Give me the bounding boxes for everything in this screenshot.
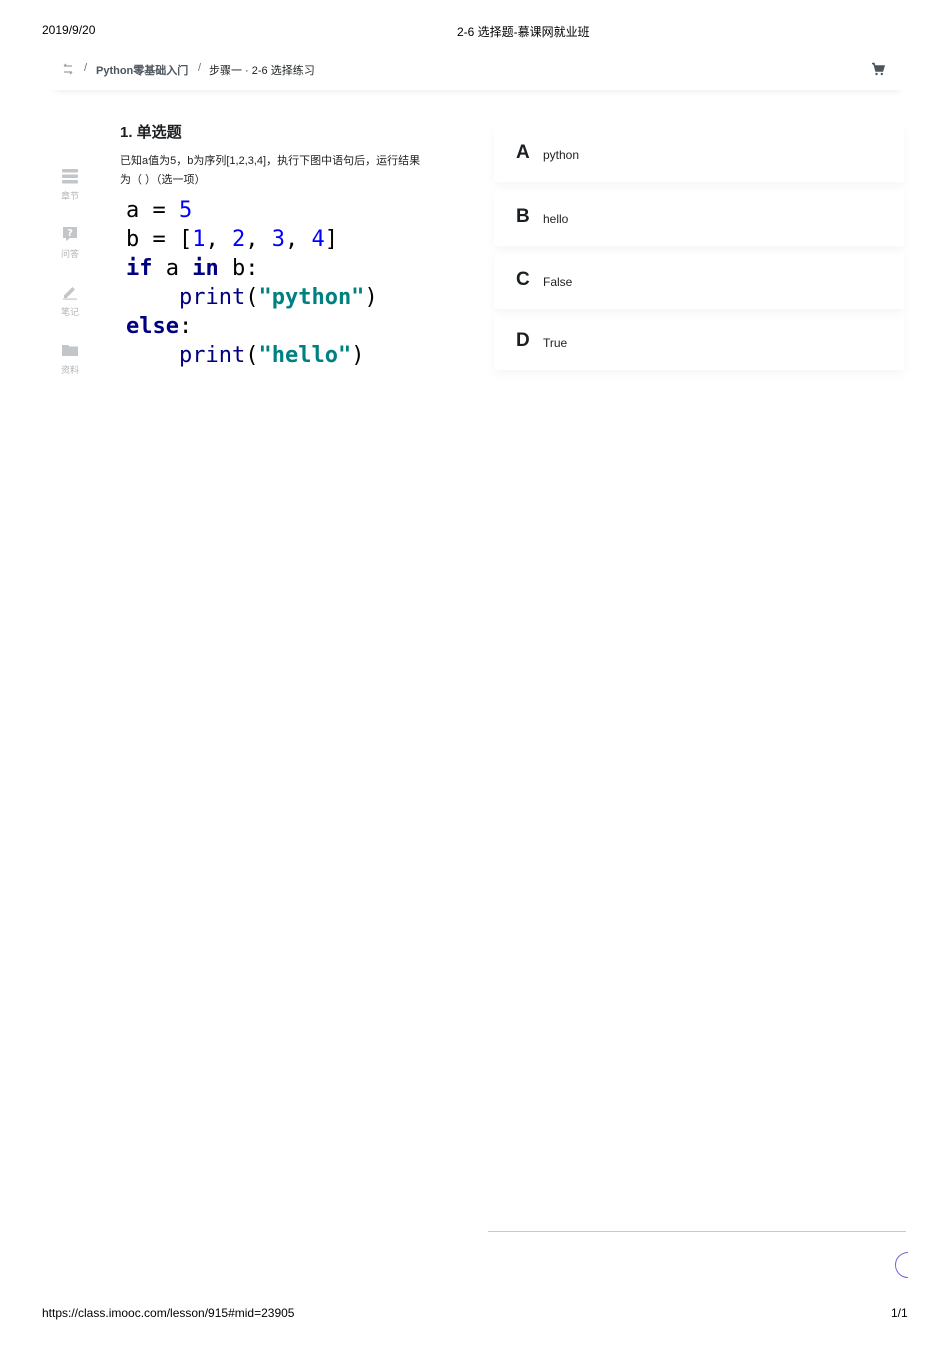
print-date: 2019/9/20 <box>42 23 96 37</box>
code-line: if a in b: <box>126 256 259 281</box>
question-title: 1. 单选题 <box>120 124 182 141</box>
option-d[interactable]: D True <box>494 312 904 370</box>
sidebar-item-label: 笔记 <box>60 307 79 317</box>
sidebar-item-qa[interactable]: ? 问答 <box>50 226 90 262</box>
option-letter: B <box>516 206 530 227</box>
print-url: https://class.imooc.com/lesson/915#mid=2… <box>42 1306 295 1320</box>
option-text: False <box>543 275 573 289</box>
option-text: hello <box>543 212 569 226</box>
code-line: b = [1, 2, 3, 4] <box>126 227 338 252</box>
code-line: a = 5 <box>126 198 193 223</box>
option-c[interactable]: C False <box>494 251 904 309</box>
sidebar-item-label: 资料 <box>60 365 79 375</box>
print-title: 2-6 选择题-慕课网就业班 <box>457 25 590 39</box>
option-text: True <box>543 336 568 350</box>
sidebar-item-label: 问答 <box>60 249 79 259</box>
loading-spinner-icon <box>895 1252 908 1278</box>
breadcrumb-course-link[interactable]: Python零基础入门 <box>96 62 188 78</box>
code-line: else: <box>126 314 193 339</box>
option-letter: C <box>516 269 530 290</box>
code-snippet: a = 5 b = [1, 2, 3, 4] if a in b: print("p… <box>126 196 378 370</box>
chapters-icon <box>62 168 78 184</box>
sidebar-item-notes[interactable]: 笔记 <box>50 284 90 320</box>
sidebar-item-chapters[interactable]: 章节 <box>50 168 90 204</box>
print-footer: https://class.imooc.com/lesson/915#mid=2… <box>0 1306 950 1322</box>
folder-icon <box>62 342 78 358</box>
top-bar: / Python零基础入门 / 步骤一 · 2-6 选择练习 <box>48 56 906 90</box>
bottom-divider <box>488 1231 906 1232</box>
print-header: 2019/9/20 2-6 选择题-慕课网就业班 <box>0 23 950 39</box>
option-a[interactable]: A python <box>494 124 904 182</box>
breadcrumb-separator: / <box>198 62 202 74</box>
option-text: python <box>543 148 580 162</box>
breadcrumb-current-step: 步骤一 · 2-6 选择练习 <box>209 65 315 77</box>
question-text: 已知a值为5，b为序列[1,2,3,4]，执行下图中语句后，运行结果为（ ）（选… <box>120 155 421 186</box>
pencil-icon <box>62 284 78 300</box>
code-line: print("hello") <box>178 343 365 368</box>
code-line: print("python") <box>178 285 378 310</box>
back-icon[interactable] <box>60 61 76 77</box>
print-page-number: 1/1 <box>891 1306 908 1320</box>
option-b[interactable]: B hello <box>494 188 904 246</box>
option-letter: D <box>516 330 530 351</box>
option-letter: A <box>516 142 530 163</box>
svg-text:?: ? <box>67 228 73 239</box>
qa-icon: ? <box>62 226 78 242</box>
sidebar-item-label: 章节 <box>60 191 79 201</box>
cart-icon[interactable] <box>871 62 886 76</box>
sidebar-item-materials[interactable]: 资料 <box>50 342 90 378</box>
breadcrumb-separator: / <box>84 62 88 74</box>
